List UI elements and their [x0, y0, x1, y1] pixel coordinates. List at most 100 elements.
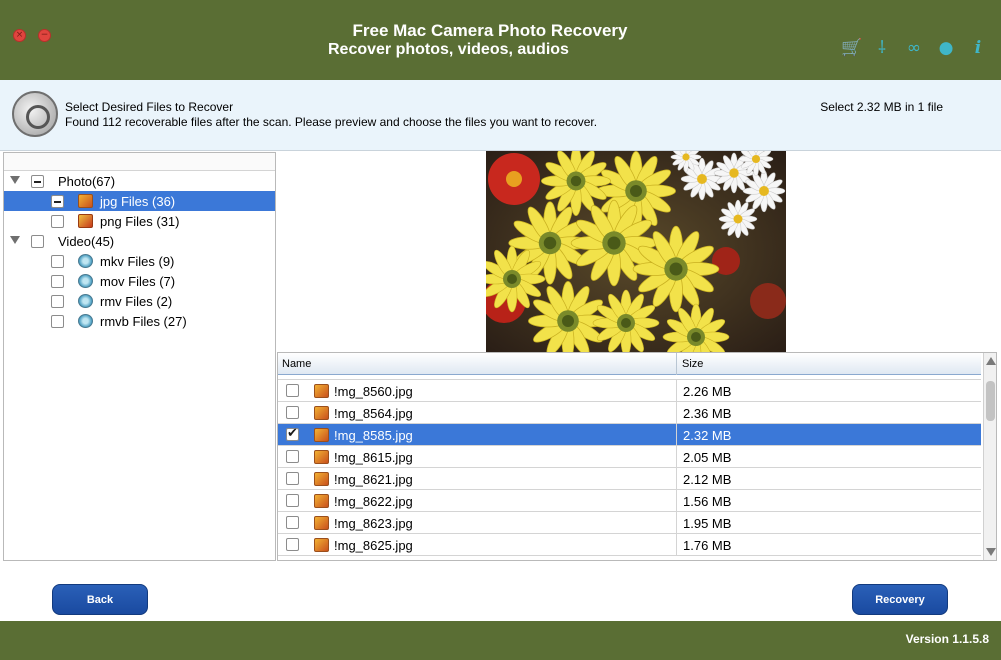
column-divider	[676, 446, 677, 468]
header-toolbar: 🛒 ⸸ ∞ ● i	[841, 38, 987, 58]
table-header: Name Size	[278, 353, 981, 375]
image-preview	[486, 151, 786, 352]
jpg-file-icon	[314, 450, 329, 464]
app-subtitle: Recover photos, videos, audios	[328, 41, 569, 58]
jpg-file-icon	[314, 384, 329, 398]
rmv-checkbox[interactable]	[51, 295, 64, 308]
table-row[interactable]: !mg_8623.jpg 1.95 MB	[278, 512, 981, 534]
file-name: !mg_8560.jpg	[334, 384, 413, 399]
jpg-file-icon	[314, 472, 329, 486]
column-divider	[676, 468, 677, 490]
selection-count: 1	[917, 100, 925, 114]
tree-item-rmv[interactable]: rmv Files (2)	[4, 291, 275, 311]
jpg-file-icon	[314, 538, 329, 552]
file-size: 2.05 MB	[683, 450, 732, 465]
column-header-name[interactable]: Name	[282, 358, 311, 370]
jpg-file-icon	[314, 516, 329, 530]
back-button[interactable]: Back	[52, 584, 148, 615]
tree-item-label: rmvb Files (27)	[100, 314, 187, 329]
brush-icon[interactable]: ⸸	[873, 38, 891, 58]
file-size: 2.26 MB	[683, 384, 732, 399]
scroll-thumb[interactable]	[986, 381, 995, 421]
mov-checkbox[interactable]	[51, 275, 64, 288]
info-icon[interactable]: i	[969, 38, 987, 58]
selection-size: 2.32 MB	[856, 100, 902, 114]
tree-item-mkv[interactable]: mkv Files (9)	[4, 251, 275, 271]
video-file-icon	[78, 294, 93, 308]
file-list-table: Name Size !mg_8560.jpg 2.26 MB !mg_8564.…	[277, 352, 997, 561]
png-file-icon	[78, 214, 93, 228]
tree-item-video[interactable]: Video(45)	[4, 231, 275, 251]
table-row[interactable]: !mg_8625.jpg 1.76 MB	[278, 534, 981, 556]
version-label: Version 1.1.5.8	[905, 632, 989, 646]
row-checkbox[interactable]	[286, 406, 299, 419]
video-file-icon	[78, 274, 93, 288]
info-bar: Select Desired Files to Recover Found 11…	[0, 80, 1001, 151]
tree-item-photo[interactable]: Photo(67)	[4, 171, 275, 191]
jpg-file-icon	[314, 406, 329, 420]
tree-item-mov[interactable]: mov Files (7)	[4, 271, 275, 291]
rmvb-checkbox[interactable]	[51, 315, 64, 328]
mkv-checkbox[interactable]	[51, 255, 64, 268]
row-checkbox[interactable]	[286, 384, 299, 397]
jpg-file-icon	[78, 194, 93, 208]
selection-summary: Select 2.32 MB in 1 file	[820, 100, 943, 114]
preview-photo	[486, 151, 786, 352]
selection-mid: in	[904, 100, 915, 114]
column-divider	[676, 380, 677, 402]
file-size: 1.56 MB	[683, 494, 732, 509]
file-name: !mg_8622.jpg	[334, 494, 413, 509]
video-file-icon	[78, 254, 93, 268]
recovery-button[interactable]: Recovery	[852, 584, 948, 615]
jpg-file-icon	[314, 428, 329, 442]
scroll-down-icon[interactable]	[986, 548, 996, 556]
file-name: !mg_8585.jpg	[334, 428, 413, 443]
photo-checkbox[interactable]	[31, 175, 44, 188]
tree-item-label: Photo(67)	[58, 174, 116, 189]
tree-item-png[interactable]: png Files (31)	[4, 211, 275, 231]
tree-header	[4, 153, 275, 171]
file-size: 2.32 MB	[683, 428, 732, 443]
vertical-scrollbar[interactable]	[983, 353, 996, 560]
globe-icon[interactable]: ●	[937, 38, 955, 58]
jpg-checkbox[interactable]	[51, 195, 64, 208]
column-divider	[676, 353, 677, 375]
row-checkbox[interactable]	[286, 494, 299, 507]
column-header-size[interactable]: Size	[682, 358, 703, 370]
table-row[interactable]: !mg_8622.jpg 1.56 MB	[278, 490, 981, 512]
selection-prefix: Select	[820, 100, 854, 114]
tree-item-rmvb[interactable]: rmvb Files (27)	[4, 311, 275, 331]
row-checkbox[interactable]	[286, 472, 299, 485]
link-icon[interactable]: ∞	[905, 38, 923, 58]
table-row[interactable]: !mg_8564.jpg 2.36 MB	[278, 402, 981, 424]
tree-item-jpg[interactable]: jpg Files (36)	[4, 191, 275, 211]
tree-item-label: jpg Files (36)	[100, 194, 176, 209]
tree-item-label: png Files (31)	[100, 214, 180, 229]
row-checkbox[interactable]	[286, 426, 299, 441]
table-row[interactable]: !mg_8615.jpg 2.05 MB	[278, 446, 981, 468]
video-checkbox[interactable]	[31, 235, 44, 248]
info-message: Found 112 recoverable files after the sc…	[65, 115, 598, 129]
cart-icon[interactable]: 🛒	[841, 38, 862, 58]
table-row[interactable]: !mg_8560.jpg 2.26 MB	[278, 380, 981, 402]
png-checkbox[interactable]	[51, 215, 64, 228]
footer-bar: Version 1.1.5.8	[0, 621, 1001, 660]
expand-triangle-icon[interactable]	[10, 236, 20, 244]
file-name: !mg_8625.jpg	[334, 538, 413, 553]
row-checkbox[interactable]	[286, 450, 299, 463]
tree-item-label: Video(45)	[58, 234, 115, 249]
title-bar: × − Free Mac Camera Photo Recovery Recov…	[0, 0, 1001, 80]
tree-item-label: mkv Files (9)	[100, 254, 175, 269]
row-checkbox[interactable]	[286, 538, 299, 551]
jpg-file-icon	[314, 494, 329, 508]
expand-triangle-icon[interactable]	[10, 176, 20, 184]
table-row[interactable]: !mg_8621.jpg 2.12 MB	[278, 468, 981, 490]
column-divider	[676, 402, 677, 424]
table-row-selected[interactable]: !mg_8585.jpg 2.32 MB	[278, 424, 981, 446]
video-file-icon	[78, 314, 93, 328]
scroll-up-icon[interactable]	[986, 357, 996, 365]
row-checkbox[interactable]	[286, 516, 299, 529]
tree-item-label: rmv Files (2)	[100, 294, 173, 309]
info-heading: Select Desired Files to Recover	[65, 100, 234, 114]
column-divider	[676, 512, 677, 534]
